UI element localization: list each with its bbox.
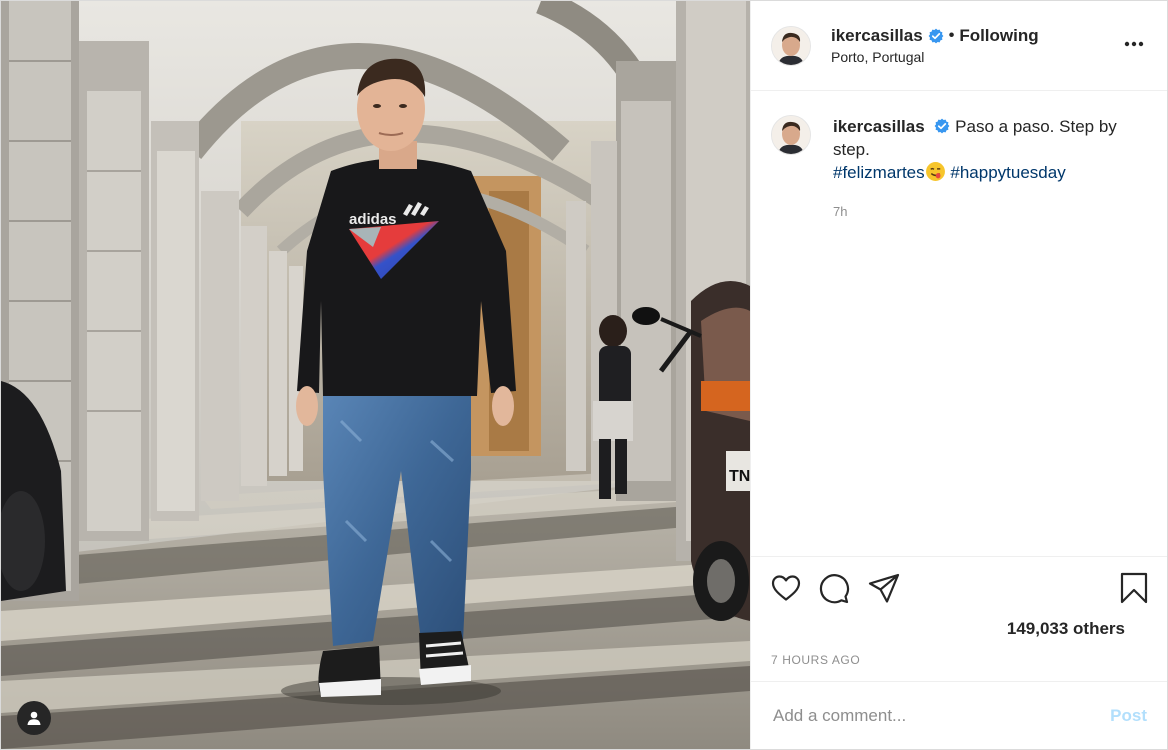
caption-avatar[interactable] bbox=[771, 115, 811, 155]
caption-time[interactable]: 7h bbox=[833, 200, 1133, 223]
separator-dot: • bbox=[948, 27, 955, 44]
bookmark-icon[interactable] bbox=[1117, 571, 1151, 605]
add-comment-bar: Post bbox=[751, 681, 1167, 749]
verified-badge-icon bbox=[935, 118, 950, 134]
post-actions: 149,033 others 7 HOURS AGO bbox=[751, 556, 1167, 681]
caption-body: ikercasillas Paso a paso. Step by step. … bbox=[833, 115, 1133, 223]
profile-photo-icon bbox=[772, 116, 810, 154]
hashtag-link[interactable]: #happytuesday bbox=[950, 163, 1065, 182]
post-comment-button[interactable]: Post bbox=[1110, 706, 1147, 726]
hashtag-link[interactable]: #felizmartes bbox=[833, 163, 925, 182]
comment-input[interactable] bbox=[771, 704, 1111, 727]
post-location[interactable]: Porto, Portugal bbox=[831, 49, 1039, 65]
verified-badge-icon bbox=[928, 28, 944, 44]
profile-photo-icon bbox=[772, 26, 810, 65]
plate-text: TN bbox=[729, 468, 750, 485]
paper-plane-icon[interactable] bbox=[867, 571, 901, 605]
post-side-panel: ikercasillas • Following Porto, Portugal bbox=[750, 1, 1167, 749]
author-avatar[interactable] bbox=[771, 25, 811, 66]
face-savoring-food-icon bbox=[925, 162, 945, 181]
heart-icon[interactable] bbox=[769, 571, 803, 605]
more-dots-icon bbox=[1124, 41, 1144, 47]
comment-icon[interactable] bbox=[817, 571, 851, 605]
likes-count[interactable]: 149,033 others bbox=[1007, 619, 1125, 639]
user-tag-icon bbox=[27, 711, 41, 725]
instagram-post: TN adidas ikercasillas • Following Porto… bbox=[0, 0, 1168, 750]
post-photo[interactable]: TN adidas bbox=[1, 1, 750, 749]
caption-username[interactable]: ikercasillas bbox=[833, 117, 925, 136]
post-header-text: ikercasillas • Following Porto, Portugal bbox=[831, 26, 1039, 65]
post-header: ikercasillas • Following Porto, Portugal bbox=[751, 1, 1167, 91]
caption: ikercasillas Paso a paso. Step by step. … bbox=[771, 115, 1147, 223]
tagged-users-button[interactable] bbox=[17, 701, 51, 735]
arcade-scene: TN adidas bbox=[1, 1, 750, 749]
comments-section: ikercasillas Paso a paso. Step by step. … bbox=[751, 91, 1167, 556]
more-options-button[interactable] bbox=[1121, 35, 1147, 53]
following-button[interactable]: Following bbox=[959, 26, 1038, 46]
post-timestamp[interactable]: 7 HOURS AGO bbox=[771, 653, 860, 667]
author-username[interactable]: ikercasillas bbox=[831, 26, 923, 46]
